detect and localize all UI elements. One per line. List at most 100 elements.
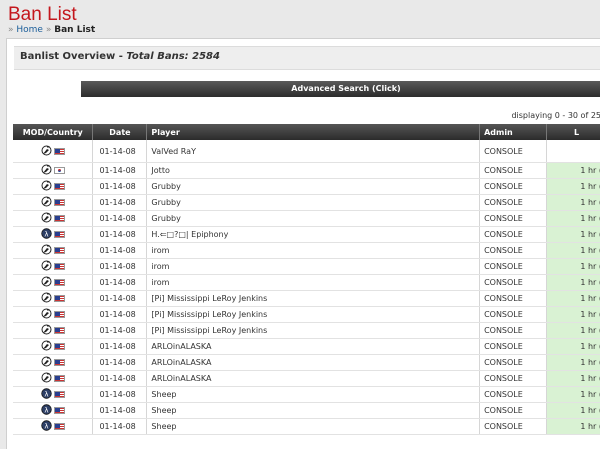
mod-country-cell [13, 354, 94, 371]
css-icon [41, 340, 52, 353]
overview-title: Banlist Overview - [20, 51, 127, 62]
date-cell: 01-14-08 [92, 194, 148, 211]
total-bans: Total Bans: 2584 [126, 51, 220, 62]
date-cell: 01-14-08 [92, 322, 148, 339]
table-row[interactable]: λ 01-14-08 Sheep CONSOLE 1 hr ( [13, 386, 600, 403]
breadcrumb-home-link[interactable]: Home [16, 25, 43, 35]
player-cell: Sheep [146, 386, 481, 403]
css-icon [41, 145, 52, 158]
player-cell: Sheep [146, 418, 481, 435]
css-icon [41, 244, 52, 257]
svg-text:λ: λ [44, 230, 48, 238]
page-header: Ban List » Home » Ban List [0, 0, 600, 38]
table-row[interactable]: 01-14-08 [Pi] Mississippi LeRoy Jenkins CO… [13, 290, 600, 307]
table-row[interactable]: λ 01-14-08 Sheep CONSOLE 1 hr ( [13, 402, 600, 419]
table-header-row: MOD/Country Date Player Admin L [13, 124, 600, 140]
date-cell: 01-14-08 [92, 370, 148, 387]
admin-cell: CONSOLE [479, 258, 548, 275]
admin-cell: CONSOLE [479, 242, 548, 259]
admin-cell: CONSOLE [479, 338, 548, 355]
us-flag-icon [53, 147, 65, 155]
player-cell: irom [146, 274, 481, 291]
date-cell: 01-14-08 [92, 178, 148, 195]
table-row[interactable]: 01-14-08 ARLOinALASKA CONSOLE 1 hr ( [13, 370, 600, 387]
css-icon [41, 212, 52, 225]
css-icon [41, 308, 52, 321]
table-row[interactable]: 01-14-08 [Pi] Mississippi LeRoy Jenkins CO… [13, 306, 600, 323]
page-title: Ban List [8, 4, 77, 25]
player-cell: Grubby [146, 210, 481, 227]
date-cell: 01-14-08 [92, 226, 148, 243]
column-header-length[interactable]: L [546, 124, 600, 140]
date-cell: 01-14-08 [92, 210, 148, 227]
css-icon [41, 292, 52, 305]
mod-country-cell [13, 290, 94, 307]
us-flag-icon [53, 423, 65, 430]
date-cell: 01-14-08 [92, 140, 148, 163]
admin-cell: CONSOLE [479, 178, 548, 195]
player-cell: Grubby [146, 178, 481, 195]
table-row[interactable]: 01-14-08 Jotto CONSOLE 1 hr ( [13, 162, 600, 179]
table-row[interactable]: λ 01-14-08 Sheep CONSOLE 1 hr ( [13, 418, 600, 435]
player-cell: Sheep [146, 402, 481, 419]
length-cell: 1 hr ( [546, 226, 600, 243]
player-cell: ARLOinALASKA [146, 338, 481, 355]
table-row[interactable]: 01-14-08 Grubby CONSOLE 1 hr ( [13, 178, 600, 195]
hl2dm-icon: λ [41, 404, 52, 417]
length-cell: 1 hr ( [546, 418, 600, 435]
mod-country-cell [13, 370, 94, 387]
player-cell: Grubby [146, 194, 481, 211]
svg-text:λ: λ [44, 406, 48, 414]
css-icon [41, 276, 52, 289]
column-header-date[interactable]: Date [92, 124, 148, 140]
table-row[interactable]: 01-14-08 irom CONSOLE 1 hr ( [13, 274, 600, 291]
column-header-mod-country[interactable]: MOD/Country [13, 124, 94, 140]
table-row[interactable]: λ 01-14-08 H.⇐□?□| Epiphony CONSOLE 1 hr ( [13, 226, 600, 243]
us-flag-icon [53, 231, 65, 238]
css-icon [41, 196, 52, 209]
mod-country-cell [13, 338, 94, 355]
length-cell: 1 hr ( [546, 290, 600, 307]
date-cell: 01-14-08 [92, 354, 148, 371]
admin-cell: CONSOLE [479, 140, 548, 163]
admin-cell: CONSOLE [479, 370, 548, 387]
table-row[interactable]: 01-14-08 irom CONSOLE 1 hr ( [13, 258, 600, 275]
us-flag-icon [53, 183, 65, 190]
mod-country-cell [13, 306, 94, 323]
length-cell: 1 hr ( [546, 402, 600, 419]
pagination-summary: displaying 0 - 30 of 25 [511, 111, 600, 120]
table-row[interactable]: 01-14-08 Grubby CONSOLE 1 hr ( [13, 210, 600, 227]
length-cell: 1 hr ( [546, 162, 600, 179]
table-row[interactable]: 01-14-08 ValVed RaY CONSOLE [13, 140, 600, 163]
column-header-admin[interactable]: Admin [479, 124, 548, 140]
admin-cell: CONSOLE [479, 194, 548, 211]
length-cell: 1 hr ( [546, 386, 600, 403]
column-header-player[interactable]: Player [146, 124, 481, 140]
table-row[interactable]: 01-14-08 ARLOinALASKA CONSOLE 1 hr ( [13, 338, 600, 355]
admin-cell: CONSOLE [479, 354, 548, 371]
svg-text:λ: λ [44, 422, 48, 430]
table-row[interactable]: 01-14-08 ARLOinALASKA CONSOLE 1 hr ( [13, 354, 600, 371]
player-cell: [Pi] Mississippi LeRoy Jenkins [146, 322, 481, 339]
length-cell: 1 hr ( [546, 194, 600, 211]
date-cell: 01-14-08 [92, 242, 148, 259]
advanced-search-button[interactable]: Advanced Search (Click) [81, 81, 600, 97]
mod-country-cell: λ [13, 418, 94, 435]
admin-cell: CONSOLE [479, 210, 548, 227]
hl2dm-icon: λ [41, 388, 52, 401]
us-flag-icon [53, 295, 65, 302]
us-flag-icon [53, 215, 65, 222]
mod-country-cell [13, 194, 94, 211]
us-flag-icon [53, 311, 65, 318]
admin-cell: CONSOLE [479, 306, 548, 323]
us-flag-icon [53, 327, 65, 334]
mod-country-cell [13, 178, 94, 195]
mod-country-cell: λ [13, 226, 94, 243]
date-cell: 01-14-08 [92, 274, 148, 291]
table-row[interactable]: 01-14-08 irom CONSOLE 1 hr ( [13, 242, 600, 259]
table-row[interactable]: 01-14-08 Grubby CONSOLE 1 hr ( [13, 194, 600, 211]
table-row[interactable]: 01-14-08 [Pi] Mississippi LeRoy Jenkins CO… [13, 322, 600, 339]
mod-country-cell: λ [13, 386, 94, 403]
css-icon [41, 324, 52, 337]
length-cell: 1 hr ( [546, 322, 600, 339]
